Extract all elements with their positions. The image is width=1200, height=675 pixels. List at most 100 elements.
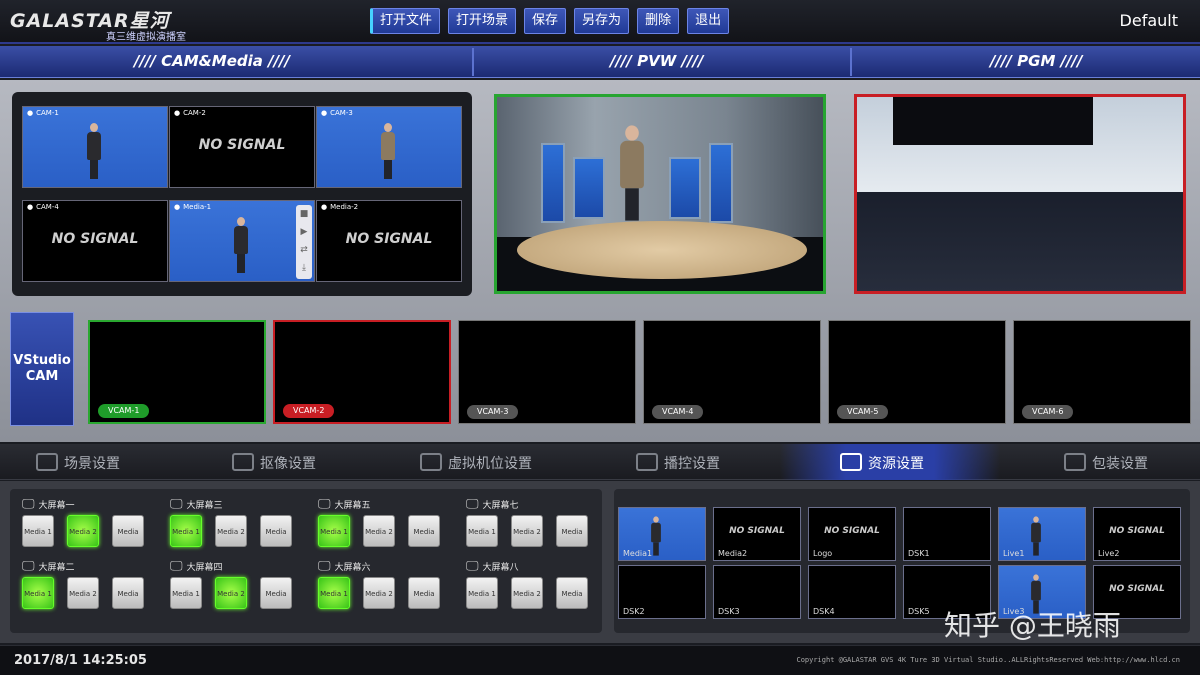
exit-button[interactable]: 退出 xyxy=(687,8,730,34)
divider xyxy=(850,48,852,76)
screen-group: 大屏幕一 Media 1 Media 2 Media xyxy=(22,497,162,559)
media-assign-button[interactable]: Media 1 xyxy=(22,577,54,609)
title-bar: GALASTAR星河 真三维虚拟演播室 打开文件 打开场景 保存 另存为 删除 … xyxy=(0,0,1200,44)
media-assign-button[interactable]: Media xyxy=(408,577,440,609)
source-tile[interactable]: DSK1 xyxy=(903,507,991,561)
studio-floor xyxy=(857,192,1183,291)
download-icon[interactable]: ⤓ xyxy=(296,259,312,277)
cam-2-tile[interactable]: CAM-2 NO SIGNAL xyxy=(169,106,315,188)
media-2-tile[interactable]: Media-2 NO SIGNAL xyxy=(316,200,462,282)
screen-group: 大屏幕七 Media 1 Media 2 Media xyxy=(466,497,606,559)
media-assign-button[interactable]: Media 2 xyxy=(363,577,395,609)
media-assign-button[interactable]: Media xyxy=(556,515,588,547)
delete-button[interactable]: 删除 xyxy=(637,8,680,34)
presenter-figure xyxy=(1031,516,1041,556)
divider xyxy=(472,48,474,76)
media-assign-button[interactable]: Media 2 xyxy=(67,577,99,609)
vcam-tag: VCAM-4 xyxy=(652,405,704,419)
media-assign-button[interactable]: Media xyxy=(260,515,292,547)
vcam-1-tile[interactable]: VCAM-1 xyxy=(88,320,266,424)
media-assign-button[interactable]: Media 2 xyxy=(511,577,543,609)
media-assign-button[interactable]: Media 1 xyxy=(318,515,350,547)
no-signal-text: NO SIGNAL xyxy=(824,526,880,536)
media-assign-button[interactable]: Media 1 xyxy=(170,577,202,609)
no-signal-text: NO SIGNAL xyxy=(729,526,785,536)
no-signal-text: NO SIGNAL xyxy=(51,231,139,247)
vcam-tag: VCAM-2 xyxy=(283,404,335,418)
section-header-bar: //// CAM&Media //// //// PVW //// //// P… xyxy=(0,46,1200,78)
open-scene-button[interactable]: 打开场景 xyxy=(448,8,517,34)
media-assign-button[interactable]: Media 1 xyxy=(318,577,350,609)
source-label: Media1 xyxy=(623,549,653,558)
vcam-6-tile[interactable]: VCAM-6 xyxy=(1013,320,1191,424)
vcam-tag: VCAM-5 xyxy=(837,405,889,419)
vcam-5-tile[interactable]: VCAM-5 xyxy=(828,320,1006,424)
studio-screen xyxy=(669,157,701,219)
cam-3-tile[interactable]: CAM-3 xyxy=(316,106,462,188)
cam-4-tile[interactable]: CAM-4 NO SIGNAL xyxy=(22,200,168,282)
vcam-4-tile[interactable]: VCAM-4 xyxy=(643,320,821,424)
media-assign-button[interactable]: Media 1 xyxy=(170,515,202,547)
tile-label: CAM-2 xyxy=(174,109,206,117)
tab-resource-settings[interactable]: 资源设置 xyxy=(780,444,1000,480)
source-tile[interactable]: DSK4 xyxy=(808,565,896,619)
tile-label: Media-1 xyxy=(174,203,211,211)
datetime: 2017/8/1 14:25:05 xyxy=(14,653,147,668)
media-assign-button[interactable]: Media 2 xyxy=(67,515,99,547)
vcam-2-tile[interactable]: VCAM-2 xyxy=(273,320,451,424)
playout-icon xyxy=(636,453,658,471)
source-tile[interactable]: DSK3 xyxy=(713,565,801,619)
media-assign-button[interactable]: Media xyxy=(556,577,588,609)
media-assign-button[interactable]: Media xyxy=(260,577,292,609)
open-file-button[interactable]: 打开文件 xyxy=(370,8,441,34)
source-label: DSK3 xyxy=(718,607,740,616)
media-1-tile[interactable]: Media-1 ■ ▶ ⇄ ⤓ xyxy=(169,200,315,282)
copyright-text: Copyright @GALASTAR GVS 4K Ture 3D Virtu… xyxy=(796,656,1180,664)
screen-title: 大屏幕五 xyxy=(318,497,371,512)
media-assign-button[interactable]: Media xyxy=(408,515,440,547)
media-assign-button[interactable]: Media 2 xyxy=(215,577,247,609)
pgm-monitor[interactable] xyxy=(854,94,1186,294)
save-button[interactable]: 保存 xyxy=(524,8,567,34)
vcam-3-tile[interactable]: VCAM-3 xyxy=(458,320,636,424)
source-label: Logo xyxy=(813,549,833,558)
screen-assignment-panel: 大屏幕一 Media 1 Media 2 Media 大屏幕三 Media 1 Media … xyxy=(10,489,602,633)
source-tile[interactable]: NO SIGNAL Logo xyxy=(808,507,896,561)
media-assign-button[interactable]: Media 1 xyxy=(22,515,54,547)
play-icon[interactable]: ▶ xyxy=(296,223,312,241)
tab-virtual-camera-settings[interactable]: 虚拟机位设置 xyxy=(420,444,620,480)
media-assign-button[interactable]: Media 1 xyxy=(466,577,498,609)
media-assign-button[interactable]: Media 2 xyxy=(511,515,543,547)
settings-tab-bar: 场景设置 抠像设置 虚拟机位设置 播控设置 资源设置 包装设置 xyxy=(0,444,1200,480)
source-label: DSK4 xyxy=(813,607,835,616)
source-tile[interactable]: NO SIGNAL Media2 xyxy=(713,507,801,561)
tab-packaging-settings[interactable]: 包装设置 xyxy=(1064,444,1200,480)
stop-icon[interactable]: ■ xyxy=(296,205,312,223)
source-tile[interactable]: DSK2 xyxy=(618,565,706,619)
source-tile[interactable]: Media1 xyxy=(618,507,706,561)
tile-label: CAM-4 xyxy=(27,203,59,211)
profile-name[interactable]: Default xyxy=(1120,11,1178,30)
cam-1-tile[interactable]: CAM-1 xyxy=(22,106,168,188)
tab-keying-settings[interactable]: 抠像设置 xyxy=(232,444,432,480)
save-as-button[interactable]: 另存为 xyxy=(574,8,630,34)
source-tile[interactable]: Live1 xyxy=(998,507,1086,561)
screen-title: 大屏幕七 xyxy=(466,497,519,512)
media-assign-button[interactable]: Media xyxy=(112,577,144,609)
screen-title: 大屏幕八 xyxy=(466,559,519,574)
shuffle-icon[interactable]: ⇄ xyxy=(296,241,312,259)
studio-screen xyxy=(573,157,605,219)
keying-icon xyxy=(232,453,254,471)
screen-group: 大屏幕四 Media 1 Media 2 Media xyxy=(170,559,310,621)
media-assign-button[interactable]: Media 1 xyxy=(466,515,498,547)
media-assign-button[interactable]: Media 2 xyxy=(215,515,247,547)
pvw-monitor[interactable] xyxy=(494,94,826,294)
screen-group: 大屏幕三 Media 1 Media 2 Media xyxy=(170,497,310,559)
pvw-header: //// PVW //// xyxy=(610,52,704,70)
status-bar: 2017/8/1 14:25:05 Copyright @GALASTAR GV… xyxy=(0,645,1200,675)
no-signal-text: NO SIGNAL xyxy=(345,231,433,247)
media-assign-button[interactable]: Media 2 xyxy=(363,515,395,547)
media-assign-button[interactable]: Media xyxy=(112,515,144,547)
source-tile[interactable]: NO SIGNAL Live2 xyxy=(1093,507,1181,561)
tab-scene-settings[interactable]: 场景设置 xyxy=(36,444,236,480)
